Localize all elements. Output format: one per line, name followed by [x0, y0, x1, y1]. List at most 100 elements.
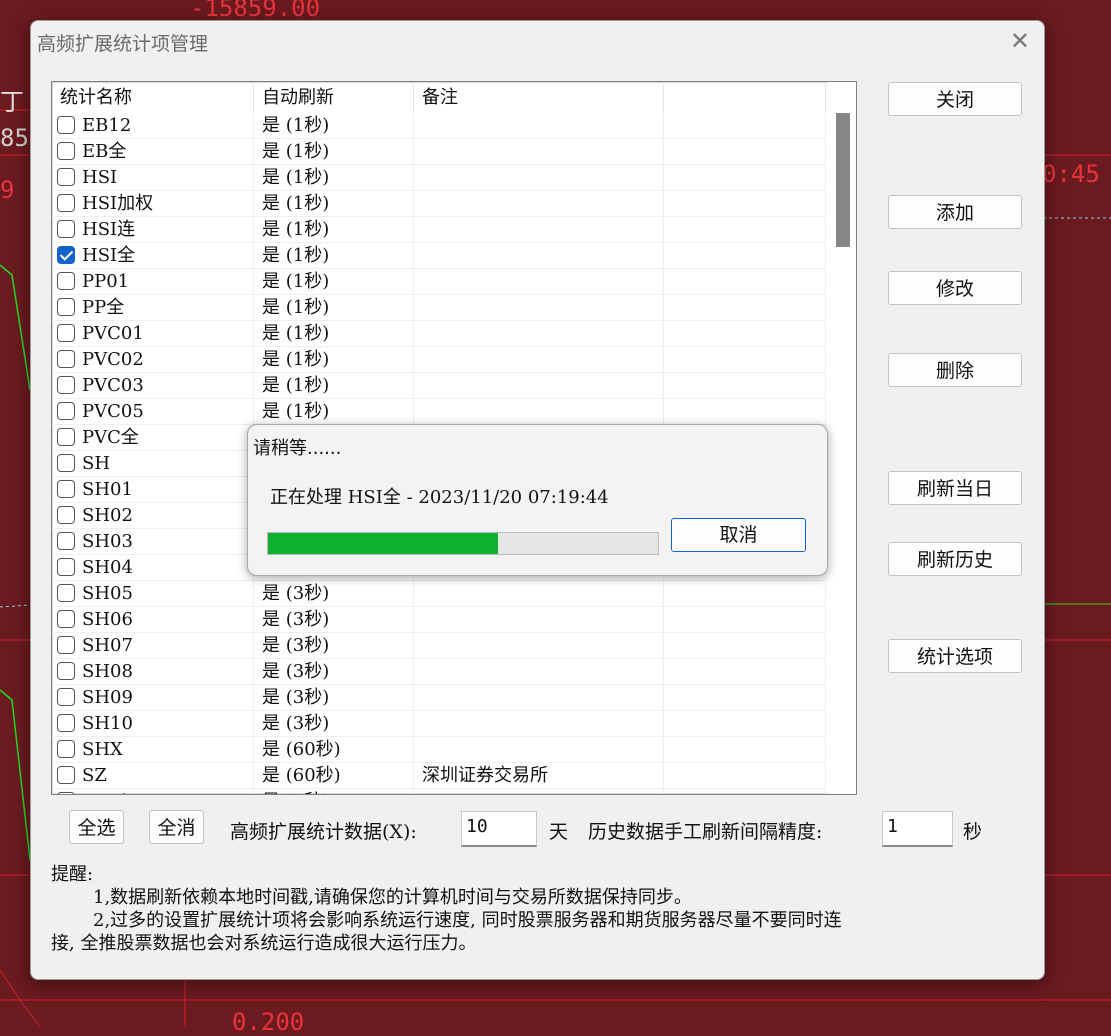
list-row[interactable]: EB12 是 (1秒) — [52, 113, 826, 139]
row-note — [414, 373, 664, 398]
row-checkbox[interactable] — [57, 740, 75, 758]
row-checkbox[interactable] — [57, 714, 75, 732]
list-row[interactable]: HSI 是 (1秒) — [52, 165, 826, 191]
list-row[interactable]: PP01 是 (1秒) — [52, 269, 826, 295]
row-name: SZ01 — [82, 791, 130, 794]
row-refresh: 是 (3秒) — [254, 659, 414, 684]
row-checkbox[interactable] — [57, 636, 75, 654]
row-name-cell: SZ — [52, 763, 254, 788]
list-row[interactable]: PVC02 是 (1秒) — [52, 347, 826, 373]
list-row[interactable]: SZ01 是 (3秒) — [52, 789, 826, 794]
close-icon[interactable]: ✕ — [1010, 27, 1030, 55]
row-checkbox[interactable] — [57, 610, 75, 628]
column-header-refresh[interactable]: 自动刷新 — [254, 82, 414, 112]
row-checkbox[interactable] — [57, 116, 75, 134]
row-checkbox[interactable] — [57, 688, 75, 706]
list-row[interactable]: SZ 是 (60秒) 深圳证券交易所 — [52, 763, 826, 789]
row-checkbox[interactable] — [57, 168, 75, 186]
list-row[interactable]: SH10 是 (3秒) — [52, 711, 826, 737]
list-row[interactable]: PVC03 是 (1秒) — [52, 373, 826, 399]
row-name-cell: PVC05 — [52, 399, 254, 424]
dialog-title: 高频扩展统计项管理 — [37, 33, 209, 55]
list-row[interactable]: PP全 是 (1秒) — [52, 295, 826, 321]
row-note — [414, 659, 664, 684]
row-checkbox[interactable] — [57, 558, 75, 576]
list-row[interactable]: HSI加权 是 (1秒) — [52, 191, 826, 217]
row-name-cell: HSI加权 — [52, 191, 254, 216]
row-name: PP全 — [82, 297, 125, 318]
row-extra — [664, 711, 826, 736]
row-checkbox[interactable] — [57, 506, 75, 524]
row-checkbox[interactable] — [57, 194, 75, 212]
notes-line-1: 1,数据刷新依赖本地时间戳,请确保您的计算机时间与交易所数据保持同步。 — [93, 887, 692, 908]
list-row[interactable]: EB全 是 (1秒) — [52, 139, 826, 165]
row-note — [414, 139, 664, 164]
refresh-history-button[interactable]: 刷新历史 — [888, 542, 1022, 576]
row-checkbox[interactable] — [57, 480, 75, 498]
row-checkbox[interactable] — [57, 662, 75, 680]
select-all-button[interactable]: 全选 — [69, 810, 124, 844]
row-note — [414, 269, 664, 294]
row-checkbox[interactable] — [57, 272, 75, 290]
row-checkbox[interactable] — [57, 142, 75, 160]
row-name: SH — [82, 453, 111, 474]
list-row[interactable]: PVC05 是 (1秒) — [52, 399, 826, 425]
row-name: PVC全 — [82, 427, 139, 448]
row-extra — [664, 191, 826, 216]
list-row[interactable]: SH07 是 (3秒) — [52, 633, 826, 659]
row-name-cell: SH01 — [52, 477, 254, 502]
list-row[interactable]: PVC01 是 (1秒) — [52, 321, 826, 347]
scrollbar-thumb[interactable] — [836, 113, 850, 247]
row-checkbox[interactable] — [57, 298, 75, 316]
cancel-button[interactable]: 取消 — [671, 518, 806, 552]
row-name: SH06 — [82, 609, 133, 630]
row-checkbox[interactable] — [57, 766, 75, 784]
list-row[interactable]: SH08 是 (3秒) — [52, 659, 826, 685]
row-checkbox[interactable] — [57, 792, 75, 794]
notes: 提醒: 1,数据刷新依赖本地时间戳,请确保您的计算机时间与交易所数据保持同步。 … — [51, 863, 1011, 955]
delete-button[interactable]: 删除 — [888, 353, 1022, 387]
list-row[interactable]: SHX 是 (60秒) — [52, 737, 826, 763]
row-refresh: 是 (1秒) — [254, 243, 414, 268]
row-name: PVC02 — [82, 349, 144, 370]
row-note — [414, 633, 664, 658]
row-name: SH08 — [82, 661, 133, 682]
row-note — [414, 711, 664, 736]
row-checkbox[interactable] — [57, 324, 75, 342]
list-row[interactable]: HSI全 是 (1秒) — [52, 243, 826, 269]
row-checkbox[interactable] — [57, 220, 75, 238]
row-note — [414, 295, 664, 320]
add-button[interactable]: 添加 — [888, 195, 1022, 229]
data-days-input[interactable]: 10 — [461, 811, 537, 847]
close-button[interactable]: 关闭 — [888, 82, 1022, 116]
row-checkbox[interactable] — [57, 402, 75, 420]
stat-options-button[interactable]: 统计选项 — [888, 639, 1022, 673]
row-note — [414, 191, 664, 216]
row-checkbox[interactable] — [57, 584, 75, 602]
row-extra — [664, 373, 826, 398]
progress-bar — [267, 532, 659, 555]
deselect-all-button[interactable]: 全消 — [149, 810, 204, 844]
interval-input[interactable]: 1 — [882, 811, 953, 847]
row-checkbox[interactable] — [57, 428, 75, 446]
refresh-today-button[interactable]: 刷新当日 — [888, 471, 1022, 505]
row-extra — [664, 685, 826, 710]
row-note — [414, 321, 664, 346]
row-name-cell: HSI全 — [52, 243, 254, 268]
modify-button[interactable]: 修改 — [888, 271, 1022, 305]
list-row[interactable]: SH05 是 (3秒) — [52, 581, 826, 607]
list-row[interactable]: SH09 是 (3秒) — [52, 685, 826, 711]
column-header-name[interactable]: 统计名称 — [52, 82, 254, 112]
row-checkbox[interactable] — [57, 376, 75, 394]
row-name-cell: SH06 — [52, 607, 254, 632]
list-row[interactable]: HSI连 是 (1秒) — [52, 217, 826, 243]
row-checkbox[interactable] — [57, 246, 75, 264]
list-row[interactable]: SH06 是 (3秒) — [52, 607, 826, 633]
row-checkbox[interactable] — [57, 454, 75, 472]
row-checkbox[interactable] — [57, 350, 75, 368]
row-refresh: 是 (3秒) — [254, 581, 414, 606]
row-checkbox[interactable] — [57, 532, 75, 550]
list-scrollbar[interactable] — [828, 82, 856, 794]
row-name: SH01 — [82, 479, 133, 500]
column-header-note[interactable]: 备注 — [414, 82, 664, 112]
